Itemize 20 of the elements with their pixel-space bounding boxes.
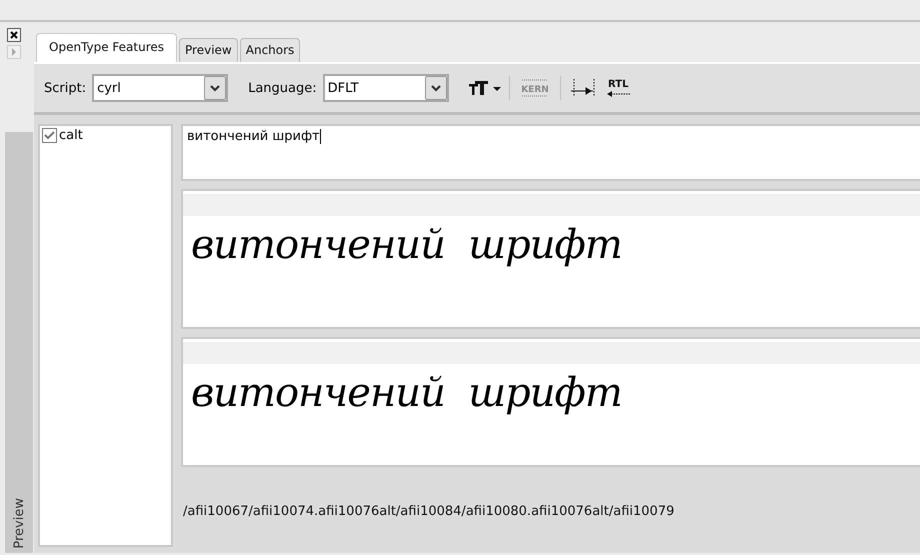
side-tab[interactable]: Preview xyxy=(5,132,33,553)
tab[interactable]: Anchors xyxy=(240,38,300,62)
feature-item[interactable]: calt xyxy=(42,128,83,143)
text-input[interactable]: витончений шрифт xyxy=(181,124,920,181)
script-dropdown[interactable]: cyrl xyxy=(92,74,228,102)
rtl-button[interactable]: RTL xyxy=(604,76,633,100)
close-button[interactable] xyxy=(7,28,21,42)
chevron-icon xyxy=(210,84,220,92)
triangle-icon xyxy=(11,48,17,56)
glyph-names: /afii10067/afii10074.afii10076alt/afii10084/afii10080.afii10076alt/afii10079 xyxy=(183,504,674,518)
chevron-icon xyxy=(430,84,441,92)
language-dropdown[interactable]: DFLT xyxy=(322,74,449,102)
preview-text: витончений шрифт xyxy=(190,221,623,270)
tab[interactable]: Preview xyxy=(179,38,238,62)
script-label: Script: xyxy=(44,80,86,96)
checkbox[interactable] xyxy=(42,128,57,143)
preview-text: витончений шрифт xyxy=(190,369,623,418)
tab[interactable]: OpenType Features xyxy=(36,33,178,62)
language-label: Language: xyxy=(248,80,317,96)
font-size-button[interactable] xyxy=(466,78,501,98)
